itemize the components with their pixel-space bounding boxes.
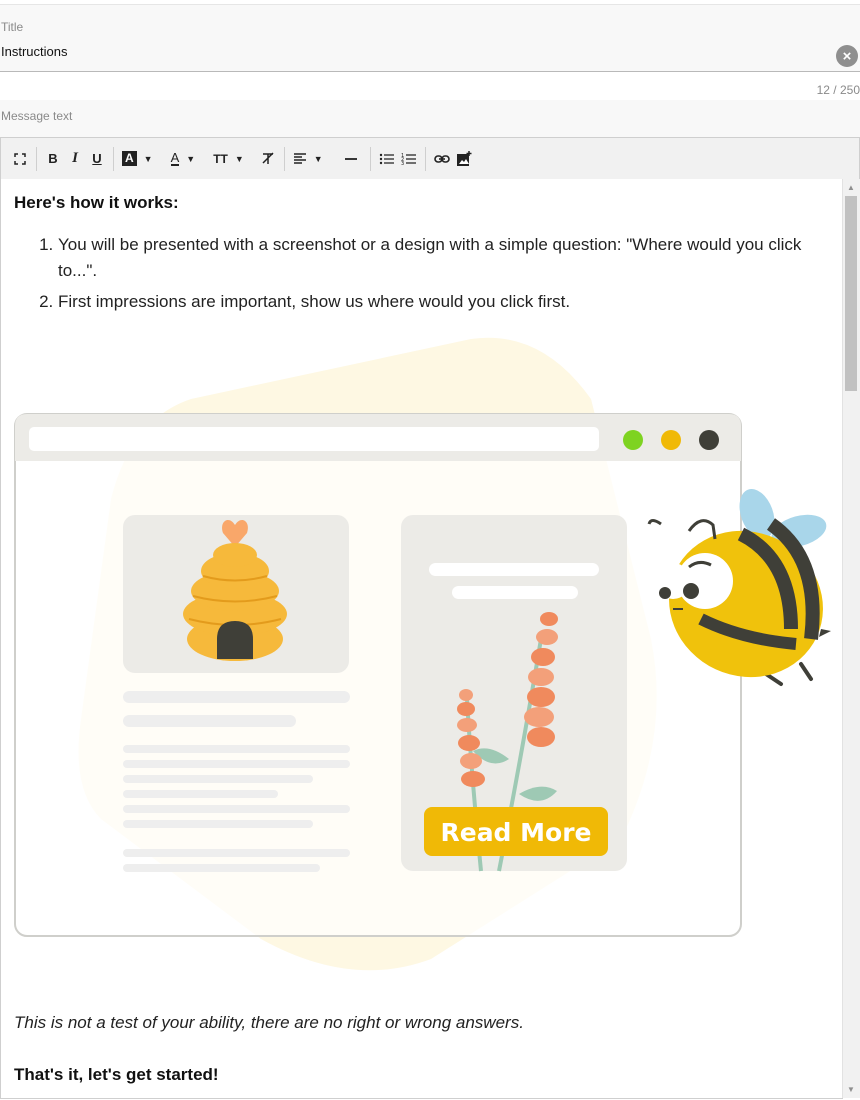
numbered-list-icon[interactable]: 123 bbox=[398, 144, 420, 174]
skeleton-line bbox=[429, 563, 599, 576]
editor-toolbar: B I U A ▼ A ▼ TT ▼ ▼ 123 bbox=[0, 137, 860, 180]
skeleton-line bbox=[123, 805, 350, 813]
title-field[interactable]: Title Instructions × bbox=[0, 5, 860, 72]
toolbar-separator bbox=[369, 146, 371, 171]
skeleton-line bbox=[123, 820, 313, 828]
scrollbar-thumb[interactable] bbox=[845, 196, 857, 391]
toolbar-separator bbox=[424, 146, 426, 171]
scroll-down-arrow-icon[interactable]: ▼ bbox=[847, 1085, 855, 1094]
window-dot-dark bbox=[699, 430, 719, 450]
list-item: You will be presented with a screenshot … bbox=[58, 232, 834, 284]
font-color-icon: A bbox=[170, 150, 180, 166]
font-size-icon: TT bbox=[213, 151, 228, 166]
instruction-list: You will be presented with a screenshot … bbox=[14, 232, 834, 320]
message-field-header: Message text bbox=[0, 100, 860, 138]
bold-button[interactable]: B bbox=[42, 144, 64, 174]
horizontal-rule-icon[interactable] bbox=[340, 144, 362, 174]
skeleton-line bbox=[123, 715, 296, 727]
list-item: First impressions are important, show us… bbox=[58, 289, 834, 315]
toolbar-separator bbox=[36, 146, 37, 171]
address-bar bbox=[29, 427, 599, 451]
skeleton-line bbox=[123, 790, 278, 798]
link-icon[interactable] bbox=[431, 144, 453, 174]
skeleton-line bbox=[123, 849, 350, 857]
chevron-down-icon: ▼ bbox=[143, 153, 153, 164]
message-label: Message text bbox=[1, 109, 73, 123]
message-editor[interactable]: Here's how it works: You will be present… bbox=[0, 179, 843, 1099]
skeleton-line bbox=[123, 745, 350, 753]
title-input[interactable]: Instructions bbox=[1, 44, 67, 59]
window-dot-green bbox=[623, 430, 643, 450]
font-color-button[interactable]: A ▼ bbox=[168, 144, 199, 174]
fullscreen-icon[interactable] bbox=[9, 144, 31, 174]
chevron-down-icon: ▼ bbox=[186, 153, 196, 164]
editor-scrollbar[interactable]: ▲ ▼ bbox=[842, 179, 860, 1098]
bulleted-list-icon[interactable] bbox=[376, 144, 398, 174]
content-heading: Here's how it works: bbox=[14, 193, 179, 212]
note-text: This is not a test of your ability, ther… bbox=[14, 1013, 524, 1032]
skeleton-line bbox=[123, 775, 313, 783]
background-color-icon: A bbox=[122, 151, 137, 166]
chevron-down-icon: ▼ bbox=[234, 153, 244, 164]
scroll-up-arrow-icon[interactable]: ▲ bbox=[847, 183, 855, 192]
toolbar-separator bbox=[283, 146, 285, 171]
toolbar-separator bbox=[113, 146, 114, 171]
align-button[interactable]: ▼ bbox=[290, 144, 326, 174]
italic-button[interactable]: I bbox=[64, 144, 86, 174]
browser-window bbox=[14, 413, 742, 937]
character-counter: 12 / 250 bbox=[816, 83, 860, 97]
window-dot-yellow bbox=[661, 430, 681, 450]
underline-button[interactable]: U bbox=[86, 144, 108, 174]
insert-image-icon[interactable] bbox=[453, 144, 475, 174]
svg-text:3: 3 bbox=[401, 161, 404, 166]
skeleton-line bbox=[123, 760, 350, 768]
chevron-down-icon: ▼ bbox=[313, 153, 323, 164]
skeleton-line bbox=[123, 691, 350, 703]
align-left-icon bbox=[293, 152, 306, 164]
background-color-button[interactable]: A ▼ bbox=[119, 144, 156, 174]
closing-text: That's it, let's get started! bbox=[14, 1065, 219, 1084]
clear-format-icon[interactable] bbox=[257, 144, 279, 174]
read-more-label: Read More bbox=[440, 818, 591, 847]
close-circle-icon[interactable]: × bbox=[836, 45, 858, 67]
instruction-illustration: Read More bbox=[14, 337, 831, 971]
title-label: Title bbox=[1, 20, 24, 34]
skeleton-line bbox=[452, 586, 578, 599]
font-size-button[interactable]: TT ▼ bbox=[210, 144, 247, 174]
skeleton-line bbox=[123, 864, 320, 872]
